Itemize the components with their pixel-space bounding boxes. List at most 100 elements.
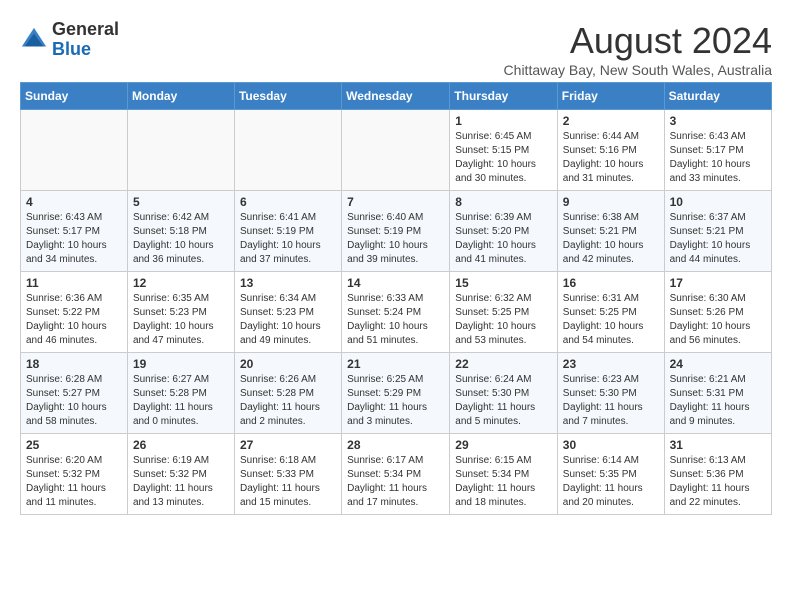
day-info: Sunrise: 6:27 AM Sunset: 5:28 PM Dayligh… (133, 373, 229, 429)
week-row-5: 25 Sunrise: 6:20 AM Sunset: 5:32 PM Dayli… (21, 434, 772, 515)
calendar-cell: 3 Sunrise: 6:43 AM Sunset: 5:17 PM Daylig… (664, 110, 771, 191)
day-info: Sunrise: 6:14 AM Sunset: 5:35 PM Dayligh… (563, 454, 659, 510)
day-header-monday: Monday (127, 83, 234, 110)
day-info: Sunrise: 6:44 AM Sunset: 5:16 PM Dayligh… (563, 130, 659, 186)
day-info: Sunrise: 6:17 AM Sunset: 5:34 PM Dayligh… (347, 454, 444, 510)
day-number: 3 (670, 114, 766, 128)
day-number: 26 (133, 438, 229, 452)
calendar-cell: 10 Sunrise: 6:37 AM Sunset: 5:21 PM Dayli… (664, 191, 771, 272)
calendar-cell: 11Sunrise: 6:36 AM Sunset: 5:22 PM Dayli… (21, 272, 128, 353)
day-number: 13 (240, 276, 336, 290)
day-info: Sunrise: 6:39 AM Sunset: 5:20 PM Dayligh… (455, 211, 552, 267)
day-info: Sunrise: 6:32 AM Sunset: 5:25 PM Dayligh… (455, 292, 552, 348)
logo-text: General Blue (52, 20, 119, 60)
calendar-cell: 25 Sunrise: 6:20 AM Sunset: 5:32 PM Dayli… (21, 434, 128, 515)
day-info: Sunrise: 6:37 AM Sunset: 5:21 PM Dayligh… (670, 211, 766, 267)
calendar-cell: 12 Sunrise: 6:35 AM Sunset: 5:23 PM Dayli… (127, 272, 234, 353)
day-info: Sunrise: 6:23 AM Sunset: 5:30 PM Dayligh… (563, 373, 659, 429)
calendar-cell: 28Sunrise: 6:17 AM Sunset: 5:34 PM Dayli… (342, 434, 450, 515)
calendar-cell: 2 Sunrise: 6:44 AM Sunset: 5:16 PM Daylig… (557, 110, 664, 191)
day-number: 23 (563, 357, 659, 371)
day-number: 8 (455, 195, 552, 209)
week-row-3: 11Sunrise: 6:36 AM Sunset: 5:22 PM Dayli… (21, 272, 772, 353)
day-number: 1 (455, 114, 552, 128)
calendar-cell: 30Sunrise: 6:14 AM Sunset: 5:35 PM Dayli… (557, 434, 664, 515)
calendar-cell: 17 Sunrise: 6:30 AM Sunset: 5:26 PM Dayli… (664, 272, 771, 353)
day-header-sunday: Sunday (21, 83, 128, 110)
calendar-cell: 19 Sunrise: 6:27 AM Sunset: 5:28 PM Dayli… (127, 353, 234, 434)
day-info: Sunrise: 6:42 AM Sunset: 5:18 PM Dayligh… (133, 211, 229, 267)
title-block: August 2024 Chittaway Bay, New South Wal… (504, 20, 772, 78)
calendar-cell: 8 Sunrise: 6:39 AM Sunset: 5:20 PM Daylig… (450, 191, 558, 272)
day-header-saturday: Saturday (664, 83, 771, 110)
day-info: Sunrise: 6:30 AM Sunset: 5:26 PM Dayligh… (670, 292, 766, 348)
calendar-cell: 26 Sunrise: 6:19 AM Sunset: 5:32 PM Dayli… (127, 434, 234, 515)
day-info: Sunrise: 6:15 AM Sunset: 5:34 PM Dayligh… (455, 454, 552, 510)
day-header-tuesday: Tuesday (234, 83, 341, 110)
day-number: 9 (563, 195, 659, 209)
day-header-wednesday: Wednesday (342, 83, 450, 110)
calendar-cell: 13 Sunrise: 6:34 AM Sunset: 5:23 PM Dayli… (234, 272, 341, 353)
day-number: 17 (670, 276, 766, 290)
day-number: 14 (347, 276, 444, 290)
day-number: 31 (670, 438, 766, 452)
calendar-cell (21, 110, 128, 191)
calendar-cell: 5Sunrise: 6:42 AM Sunset: 5:18 PM Daylig… (127, 191, 234, 272)
day-number: 12 (133, 276, 229, 290)
day-info: Sunrise: 6:21 AM Sunset: 5:31 PM Dayligh… (670, 373, 766, 429)
day-info: Sunrise: 6:34 AM Sunset: 5:23 PM Dayligh… (240, 292, 336, 348)
day-number: 20 (240, 357, 336, 371)
day-number: 7 (347, 195, 444, 209)
day-info: Sunrise: 6:13 AM Sunset: 5:36 PM Dayligh… (670, 454, 766, 510)
day-info: Sunrise: 6:35 AM Sunset: 5:23 PM Dayligh… (133, 292, 229, 348)
day-header-row: SundayMondayTuesdayWednesdayThursdayFrid… (21, 83, 772, 110)
day-number: 19 (133, 357, 229, 371)
day-number: 11 (26, 276, 122, 290)
calendar-body: 1Sunrise: 6:45 AM Sunset: 5:15 PM Daylig… (21, 110, 772, 515)
day-info: Sunrise: 6:19 AM Sunset: 5:32 PM Dayligh… (133, 454, 229, 510)
day-info: Sunrise: 6:20 AM Sunset: 5:32 PM Dayligh… (26, 454, 122, 510)
week-row-2: 4 Sunrise: 6:43 AM Sunset: 5:17 PM Daylig… (21, 191, 772, 272)
day-number: 25 (26, 438, 122, 452)
day-number: 22 (455, 357, 552, 371)
day-info: Sunrise: 6:38 AM Sunset: 5:21 PM Dayligh… (563, 211, 659, 267)
calendar-cell: 29 Sunrise: 6:15 AM Sunset: 5:34 PM Dayli… (450, 434, 558, 515)
day-info: Sunrise: 6:25 AM Sunset: 5:29 PM Dayligh… (347, 373, 444, 429)
day-info: Sunrise: 6:26 AM Sunset: 5:28 PM Dayligh… (240, 373, 336, 429)
calendar-cell (234, 110, 341, 191)
calendar-cell: 4 Sunrise: 6:43 AM Sunset: 5:17 PM Daylig… (21, 191, 128, 272)
calendar-cell: 20 Sunrise: 6:26 AM Sunset: 5:28 PM Dayli… (234, 353, 341, 434)
day-info: Sunrise: 6:43 AM Sunset: 5:17 PM Dayligh… (26, 211, 122, 267)
calendar-cell: 16 Sunrise: 6:31 AM Sunset: 5:25 PM Dayli… (557, 272, 664, 353)
day-number: 10 (670, 195, 766, 209)
day-number: 4 (26, 195, 122, 209)
calendar-cell: 31 Sunrise: 6:13 AM Sunset: 5:36 PM Dayli… (664, 434, 771, 515)
day-number: 21 (347, 357, 444, 371)
calendar-cell: 7 Sunrise: 6:40 AM Sunset: 5:19 PM Daylig… (342, 191, 450, 272)
day-number: 15 (455, 276, 552, 290)
calendar-cell: 18Sunrise: 6:28 AM Sunset: 5:27 PM Dayli… (21, 353, 128, 434)
day-header-thursday: Thursday (450, 83, 558, 110)
calendar-cell: 22Sunrise: 6:24 AM Sunset: 5:30 PM Dayli… (450, 353, 558, 434)
day-info: Sunrise: 6:43 AM Sunset: 5:17 PM Dayligh… (670, 130, 766, 186)
day-number: 2 (563, 114, 659, 128)
week-row-1: 1Sunrise: 6:45 AM Sunset: 5:15 PM Daylig… (21, 110, 772, 191)
calendar-cell: 27Sunrise: 6:18 AM Sunset: 5:33 PM Dayli… (234, 434, 341, 515)
logo-icon (20, 26, 48, 54)
calendar-cell: 21 Sunrise: 6:25 AM Sunset: 5:29 PM Dayli… (342, 353, 450, 434)
day-number: 29 (455, 438, 552, 452)
day-number: 27 (240, 438, 336, 452)
month-year-title: August 2024 (504, 20, 772, 62)
calendar-cell: 14Sunrise: 6:33 AM Sunset: 5:24 PM Dayli… (342, 272, 450, 353)
location-subtitle: Chittaway Bay, New South Wales, Australi… (504, 62, 772, 78)
day-number: 18 (26, 357, 122, 371)
calendar-cell: 6Sunrise: 6:41 AM Sunset: 5:19 PM Daylig… (234, 191, 341, 272)
day-info: Sunrise: 6:40 AM Sunset: 5:19 PM Dayligh… (347, 211, 444, 267)
calendar-cell: 24 Sunrise: 6:21 AM Sunset: 5:31 PM Dayli… (664, 353, 771, 434)
day-number: 24 (670, 357, 766, 371)
calendar-table: SundayMondayTuesdayWednesdayThursdayFrid… (20, 82, 772, 515)
calendar-cell: 9 Sunrise: 6:38 AM Sunset: 5:21 PM Daylig… (557, 191, 664, 272)
day-number: 16 (563, 276, 659, 290)
calendar-cell: 1Sunrise: 6:45 AM Sunset: 5:15 PM Daylig… (450, 110, 558, 191)
day-info: Sunrise: 6:31 AM Sunset: 5:25 PM Dayligh… (563, 292, 659, 348)
